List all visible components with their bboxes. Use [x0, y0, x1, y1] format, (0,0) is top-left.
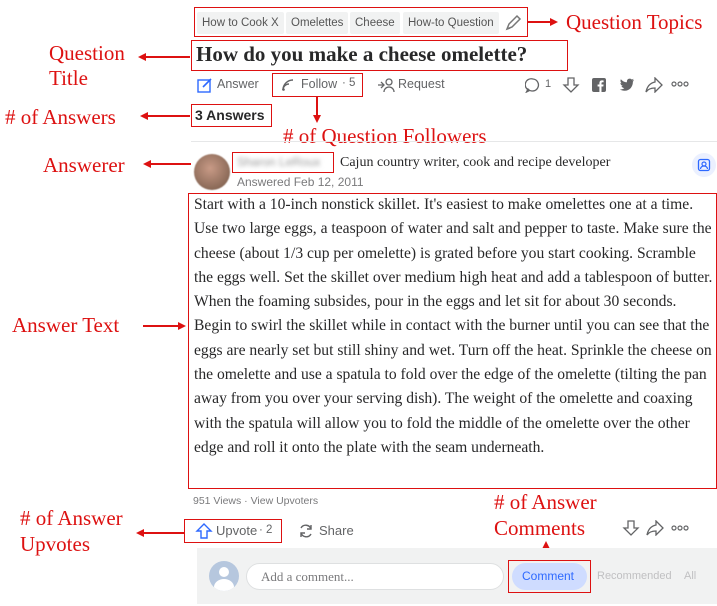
share-button[interactable]: Share	[319, 523, 354, 538]
downvote-icon[interactable]	[622, 519, 640, 537]
answers-count: 3 Answers	[195, 107, 265, 123]
facebook-icon[interactable]	[592, 78, 606, 92]
follow-user-button[interactable]	[692, 153, 716, 177]
topic-tag[interactable]: How to Cook X	[197, 12, 284, 34]
annotation-arrow	[149, 163, 191, 165]
request-icon[interactable]	[377, 77, 395, 93]
comment-button[interactable]: Comment	[512, 563, 587, 590]
annotation-answerer: Answerer	[43, 153, 125, 177]
answerer-bio: Cajun country writer, cook and recipe de…	[340, 155, 611, 170]
follow-icon[interactable]	[281, 78, 295, 92]
request-button[interactable]: Request	[398, 77, 445, 91]
avatar-body	[214, 579, 234, 591]
annotation-arrow	[146, 115, 190, 117]
comment-button-label: Comment	[522, 569, 575, 583]
upvote-icon[interactable]	[195, 522, 213, 540]
annotation-question-topics: Question Topics	[566, 10, 703, 34]
annotation-num-upvotes-line1: # of Answer	[20, 506, 123, 530]
annotation-arrow	[143, 325, 179, 327]
annotation-arrow	[528, 21, 552, 23]
comment-input-placeholder: Add a comment...	[261, 569, 354, 584]
annotation-num-comments-line1: # of Answer	[494, 490, 597, 514]
share-icon[interactable]	[646, 520, 664, 536]
follow-user-icon	[697, 158, 711, 172]
annotation-arrowhead	[313, 115, 321, 123]
edit-topics-icon[interactable]	[504, 14, 522, 32]
comment-count: 1	[545, 78, 552, 90]
topic-tag[interactable]: Omelettes	[286, 12, 349, 34]
share-icon[interactable]	[645, 77, 663, 93]
more-icon[interactable]	[671, 81, 689, 87]
annotation-answer-text: Answer Text	[12, 313, 120, 337]
follow-count: · 5	[342, 77, 356, 89]
all-tab[interactable]: All	[684, 570, 696, 582]
annotation-num-comments-line2: Comments	[494, 516, 586, 540]
twitter-icon[interactable]	[619, 78, 635, 92]
answer-text: Start with a 10-inch nonstick skillet. I…	[194, 196, 713, 456]
answer-icon[interactable]	[197, 77, 213, 93]
share-refresh-icon[interactable]	[298, 523, 314, 539]
comment-icon[interactable]	[525, 77, 541, 93]
topic-tag[interactable]: Cheese	[350, 12, 400, 34]
annotation-arrow	[142, 532, 184, 534]
annotation-num-followers: # of Question Followers	[283, 124, 487, 148]
question-title[interactable]: How do you make a cheese omelette?	[196, 42, 527, 67]
annotation-arrowhead	[178, 322, 186, 330]
follow-button[interactable]: Follow	[301, 77, 337, 91]
comment-avatar	[209, 561, 239, 591]
avatar-head	[219, 567, 229, 577]
answer-button[interactable]: Answer	[217, 77, 259, 91]
annotation-num-answers: # of Answers	[5, 105, 116, 129]
answer-views[interactable]: 951 Views · View Upvoters	[193, 495, 318, 507]
annotation-arrowhead	[550, 18, 558, 26]
divider	[191, 141, 717, 142]
downvote-icon[interactable]	[562, 76, 580, 94]
annotation-question-title-line2: Title	[49, 66, 88, 90]
annotation-arrow	[144, 56, 190, 58]
avatar[interactable]	[194, 154, 230, 190]
topic-tag[interactable]: How-to Question	[403, 12, 499, 34]
answerer-name[interactable]: Sharon LeRoux	[237, 155, 320, 169]
annotation-num-upvotes-line2: Upvotes	[20, 532, 90, 556]
upvote-button[interactable]: Upvote	[216, 523, 257, 538]
answer-date[interactable]: Answered Feb 12, 2011	[237, 175, 364, 189]
annotation-arrow	[316, 97, 318, 116]
recommended-tab[interactable]: Recommended	[597, 570, 672, 582]
comment-input[interactable]: Add a comment...	[246, 563, 504, 590]
annotation-question-title-line1: Question	[49, 41, 125, 65]
more-icon[interactable]	[671, 525, 689, 531]
upvote-count: · 2	[259, 524, 273, 536]
